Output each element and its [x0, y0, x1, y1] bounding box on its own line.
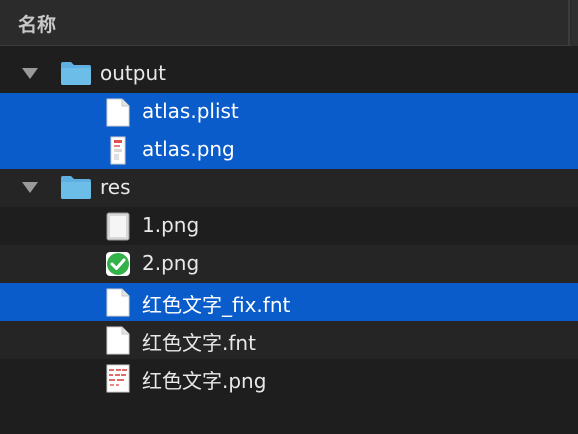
- file-row-fnt-fix[interactable]: 红色文字_fix.fnt: [0, 283, 578, 321]
- name-column-header[interactable]: 名称: [18, 10, 56, 37]
- file-row-2-png[interactable]: 2.png: [0, 245, 578, 283]
- folder-row-output[interactable]: output: [0, 55, 578, 93]
- file-row-1-png[interactable]: 1.png: [0, 207, 578, 245]
- file-name: 红色文字.png: [142, 369, 267, 393]
- file-name: atlas.plist: [142, 99, 239, 123]
- empty-list-area: [0, 397, 578, 434]
- file-name: 1.png: [142, 213, 200, 237]
- folder-row-res[interactable]: res: [0, 169, 578, 207]
- green-check-icon: [106, 252, 130, 276]
- column-divider[interactable]: [568, 0, 570, 46]
- folder-icon: [61, 176, 91, 199]
- blank-image-icon: [106, 212, 130, 241]
- header-edge: [572, 0, 578, 46]
- disclosure-triangle-icon[interactable]: [22, 182, 38, 193]
- image-thumbnail-icon: [110, 136, 126, 165]
- document-icon: [106, 288, 130, 317]
- file-row-atlas-png[interactable]: atlas.png: [0, 131, 578, 169]
- folder-icon: [61, 62, 91, 85]
- file-name: atlas.png: [142, 137, 235, 161]
- file-row-png-red-text[interactable]: 红色文字.png: [0, 359, 578, 397]
- file-row-fnt[interactable]: 红色文字.fnt: [0, 321, 578, 359]
- file-name: 红色文字_fix.fnt: [142, 293, 291, 317]
- file-name: output: [100, 61, 166, 85]
- disclosure-triangle-icon[interactable]: [22, 68, 38, 79]
- file-name: 红色文字.fnt: [142, 331, 256, 355]
- file-name: res: [100, 175, 131, 199]
- file-row-atlas-plist[interactable]: atlas.plist: [0, 93, 578, 131]
- column-header: 名称: [0, 0, 578, 46]
- file-name: 2.png: [142, 251, 200, 275]
- red-text-image-icon: [106, 364, 130, 393]
- document-icon: [106, 98, 130, 127]
- document-icon: [106, 326, 130, 355]
- file-list: output atlas.plist atlas.png res 1.png 2…: [0, 55, 578, 397]
